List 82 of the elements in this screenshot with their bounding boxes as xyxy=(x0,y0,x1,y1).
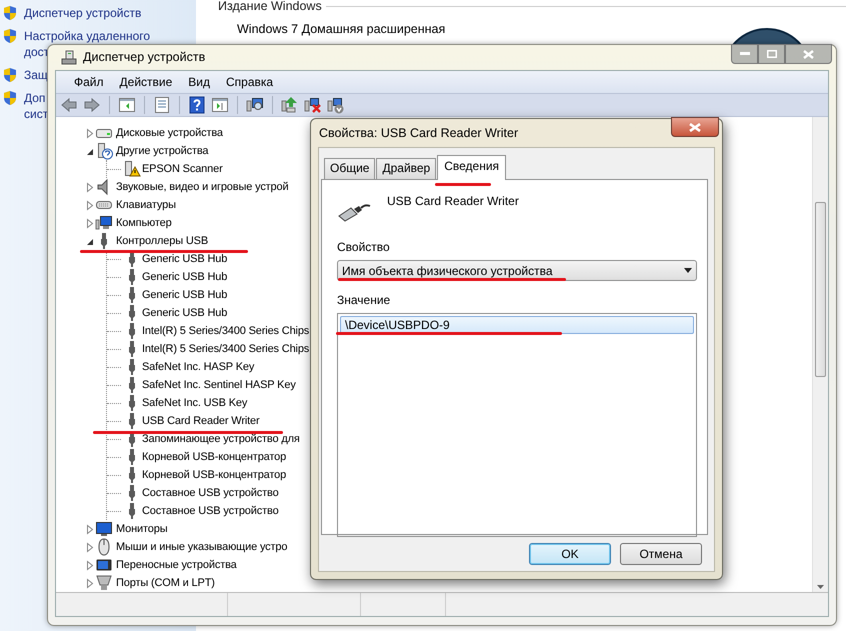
tree-item[interactable]: Мониторы xyxy=(116,520,168,538)
tree-item[interactable]: Составное USB устройство xyxy=(142,484,279,502)
unknown-device-icon xyxy=(95,142,113,160)
tree-item[interactable]: Компьютер xyxy=(116,214,172,232)
menu-item[interactable]: Справка xyxy=(218,73,282,91)
field-label: Значение xyxy=(337,292,392,309)
tree-item[interactable]: SafeNet Inc. Sentinel HASP Key xyxy=(142,376,296,394)
tree-item[interactable]: Generic USB Hub xyxy=(142,286,228,304)
menu-item[interactable]: Вид xyxy=(180,73,218,91)
minimize-button[interactable] xyxy=(731,44,758,64)
tree-item[interactable]: Корневой USB-концентратор xyxy=(142,448,286,466)
dialog-button[interactable]: OK xyxy=(529,543,611,565)
scroll-down-arrow-icon[interactable] xyxy=(817,585,824,589)
computer-icon xyxy=(61,50,77,66)
panel-icon[interactable] xyxy=(118,96,136,114)
tree-item[interactable]: EPSON Scanner xyxy=(142,160,223,178)
tree-item[interactable]: Корневой USB-концентратор xyxy=(142,466,286,484)
cross-icon[interactable] xyxy=(304,96,322,114)
property-dropdown[interactable]: Имя объекта физического устройства xyxy=(337,260,697,281)
update-driver-icon[interactable] xyxy=(281,96,299,114)
menu-item[interactable]: Файл xyxy=(66,73,112,91)
tab[interactable]: Сведения xyxy=(437,155,506,180)
sidebar-link[interactable]: дост xyxy=(24,44,50,60)
close-button[interactable] xyxy=(785,44,832,64)
back-arrow-icon[interactable] xyxy=(60,96,78,114)
tree-item[interactable]: Клавиатуры xyxy=(116,196,176,214)
tree-item[interactable]: Другие устройства xyxy=(116,142,208,160)
tree-item[interactable]: Контроллеры USB xyxy=(116,232,208,250)
sidebar-link[interactable]: Настройка удаленного xyxy=(24,28,150,44)
warning-device-icon xyxy=(123,160,141,178)
tab[interactable]: Драйвер xyxy=(376,158,436,179)
tree-item[interactable]: Составное USB устройство xyxy=(142,502,279,520)
tree-item[interactable]: Мыши и иные указывающие устро xyxy=(116,538,288,556)
scrollbar-thumb[interactable] xyxy=(815,202,826,377)
menu-item[interactable]: Действие xyxy=(112,73,180,91)
port-icon xyxy=(95,574,113,592)
tree-item[interactable]: Intel(R) 5 Series/3400 Series Chips xyxy=(142,322,310,340)
list-item[interactable]: \Device\USBPDO-9 xyxy=(340,316,694,334)
caret-icon xyxy=(684,268,692,273)
edition-value: Windows 7 Домашняя расширенная xyxy=(237,21,446,38)
tab[interactable]: Общие xyxy=(324,158,376,179)
sidebar-link[interactable]: Доп xyxy=(24,90,46,106)
annotation-underline xyxy=(435,183,491,186)
dialog-button[interactable]: Отмена xyxy=(620,543,702,565)
tree-item[interactable]: Generic USB Hub xyxy=(142,250,228,268)
scan-icon[interactable] xyxy=(246,96,264,114)
sidebar-link[interactable]: Диспетчер устройств xyxy=(24,5,142,21)
dialog-title: Свойства: USB Card Reader Writer xyxy=(319,124,518,142)
window-title: Диспетчер устройств xyxy=(83,49,206,66)
sidebar-link[interactable]: Защ xyxy=(24,67,48,83)
maximize-button[interactable] xyxy=(758,44,785,64)
close-icon xyxy=(689,122,701,132)
shield-icon xyxy=(2,67,18,83)
section-heading: Издание Windows xyxy=(218,0,322,15)
device-name: USB Card Reader Writer xyxy=(387,193,519,210)
tree-item[interactable]: SafeNet Inc. USB Key xyxy=(142,394,248,412)
shield-icon xyxy=(2,90,18,106)
tree-item[interactable]: Generic USB Hub xyxy=(142,304,228,322)
shield-icon xyxy=(2,5,18,21)
close-button[interactable] xyxy=(671,117,719,137)
tree-item[interactable]: Generic USB Hub xyxy=(142,268,228,286)
down-arrow-icon[interactable] xyxy=(327,96,345,114)
tree-item[interactable]: Intel(R) 5 Series/3400 Series Chips xyxy=(142,340,310,358)
monitor-icon xyxy=(95,520,113,538)
tree-item[interactable]: SafeNet Inc. HASP Key xyxy=(142,358,254,376)
shield-icon xyxy=(2,28,18,44)
tree-item[interactable]: Дисковые устройства xyxy=(116,124,223,142)
close-icon xyxy=(803,50,814,58)
minimize-icon xyxy=(740,52,750,56)
tree-item[interactable]: Запоминающее устройство для xyxy=(142,430,300,448)
monitor-icon xyxy=(95,214,113,232)
tree-item[interactable]: Звуковые, видео и игровые устрой xyxy=(116,178,288,196)
properties-icon[interactable] xyxy=(153,96,171,114)
field-label: Свойство xyxy=(337,239,391,256)
maximize-icon xyxy=(766,50,776,58)
help-icon[interactable] xyxy=(188,96,206,114)
sidebar-link[interactable]: сист xyxy=(24,106,48,122)
tree-item[interactable]: Порты (COM и LPT) xyxy=(116,574,215,592)
forward-arrow-icon[interactable] xyxy=(83,96,101,114)
tree-item[interactable]: USB Card Reader Writer xyxy=(142,412,260,430)
tree-item[interactable]: Переносные устройства xyxy=(116,556,237,574)
panel-icon[interactable] xyxy=(211,96,229,114)
